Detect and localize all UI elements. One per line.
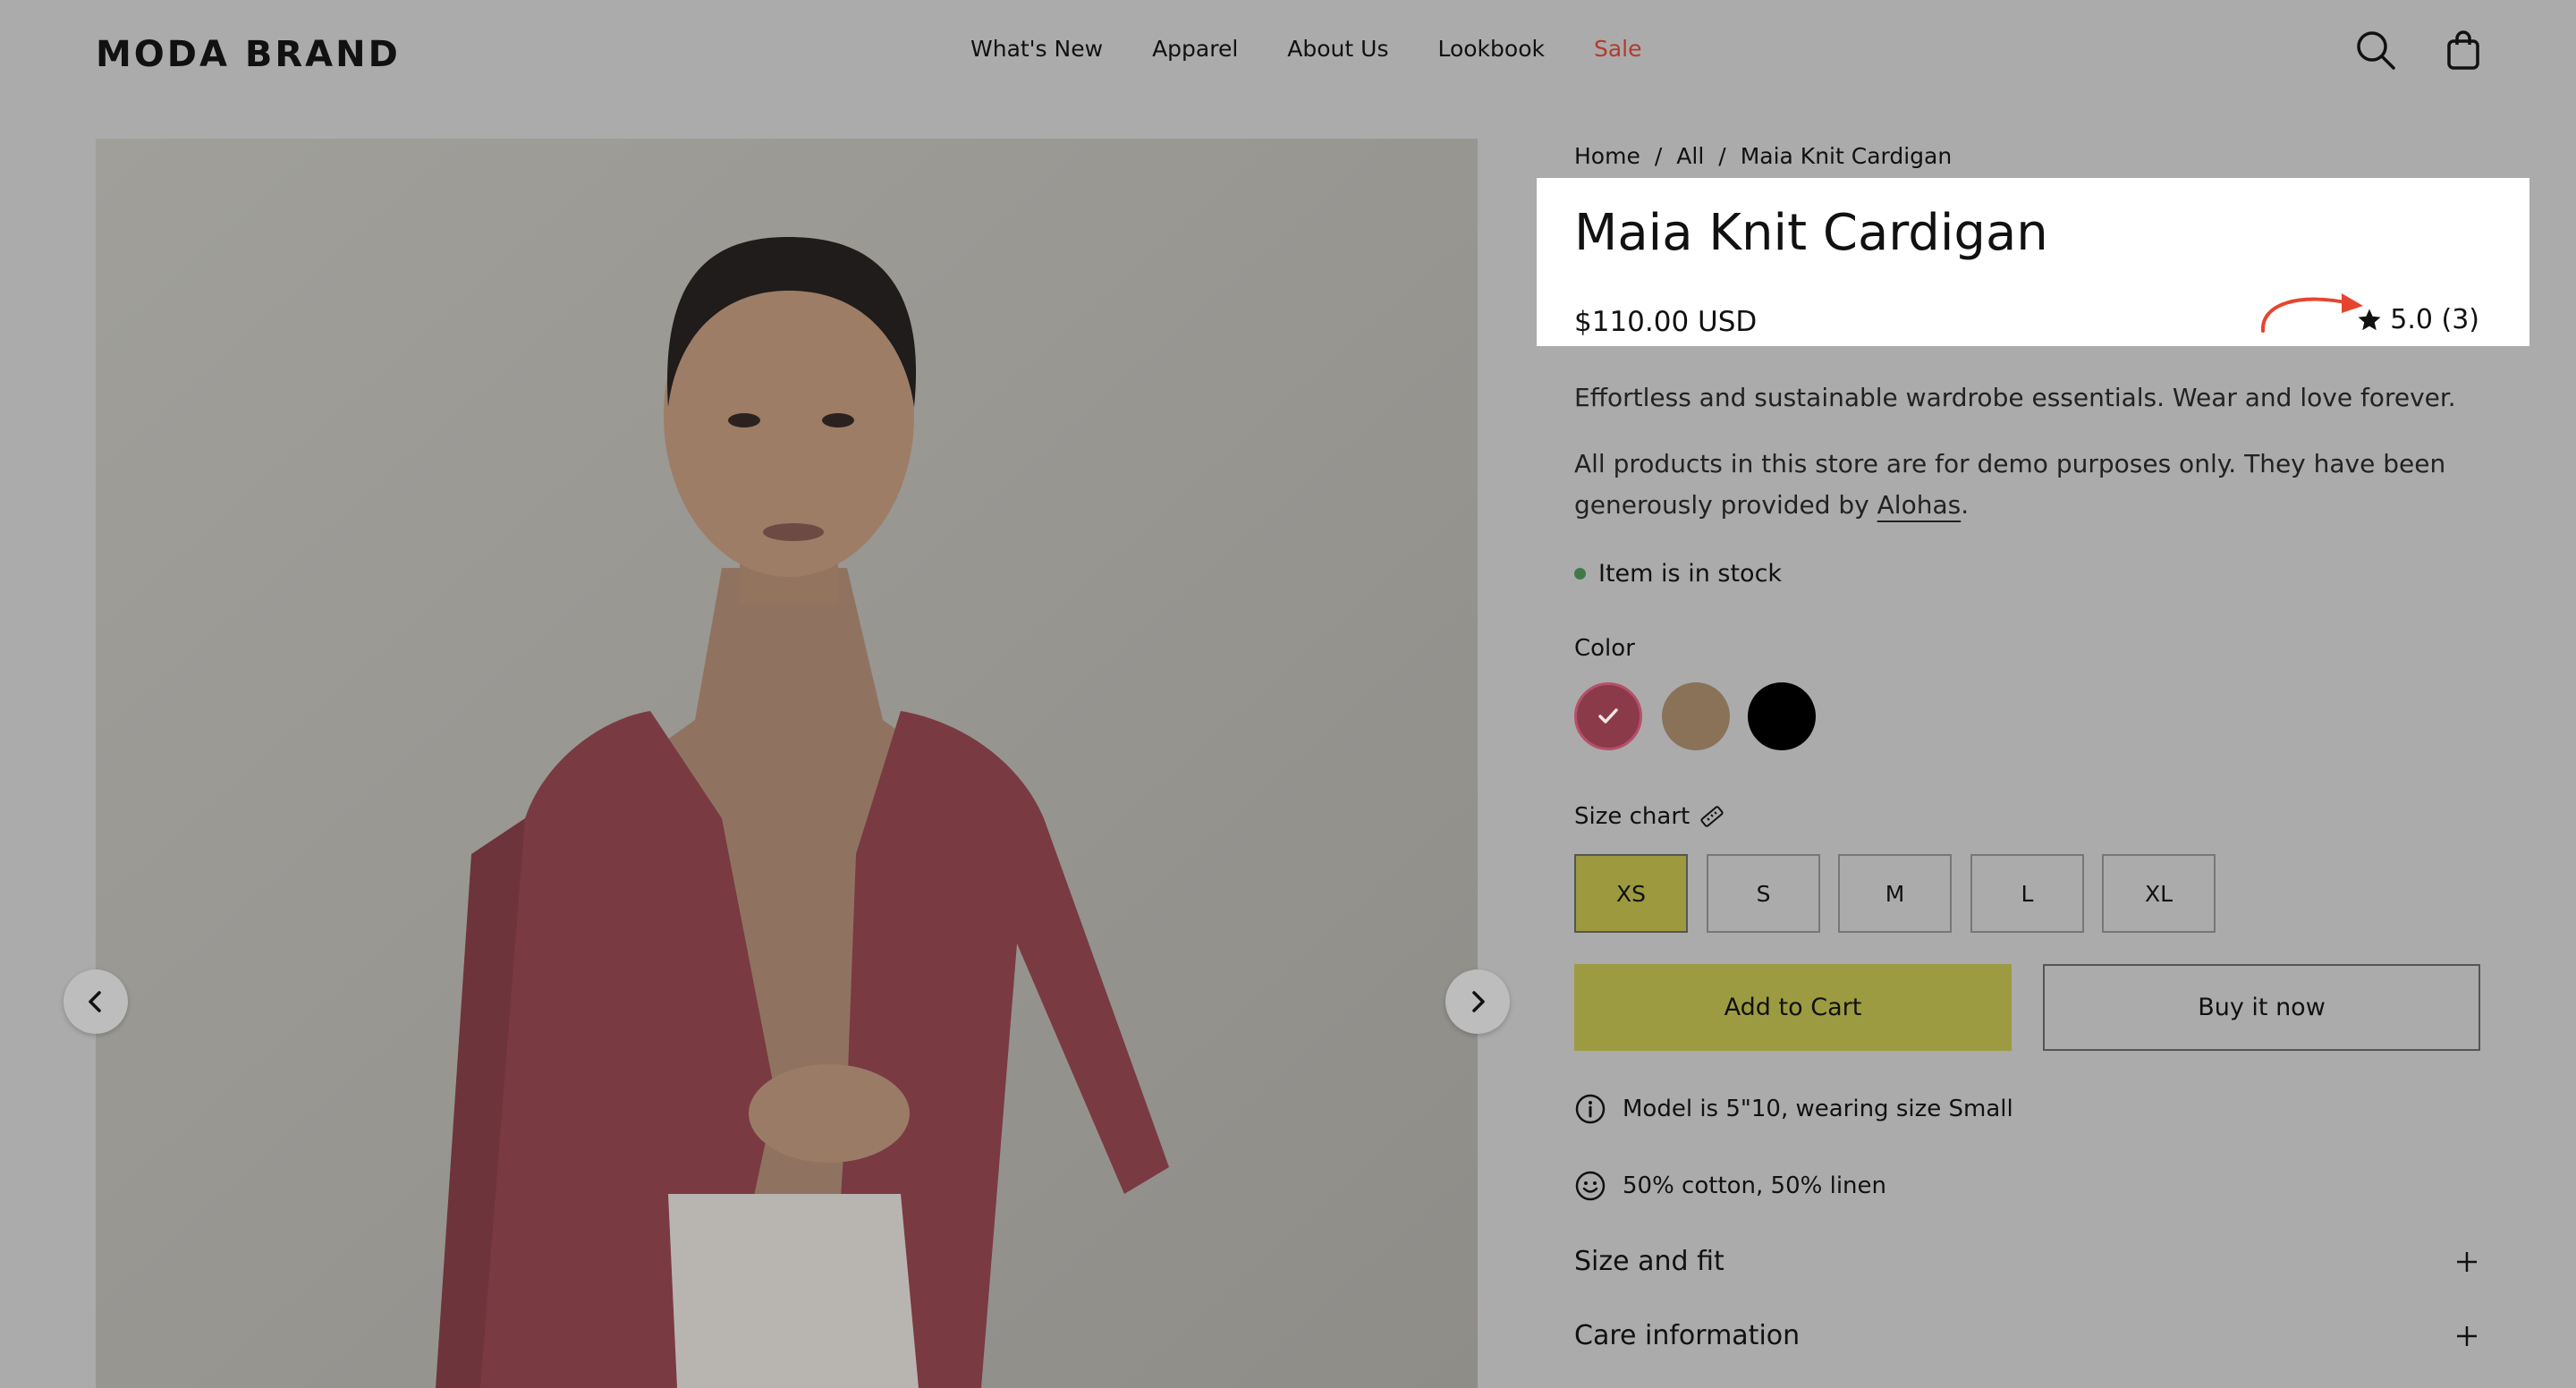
material-text: 50% cotton, 50% linen	[1623, 1172, 1887, 1199]
product-price: $110.00 USD	[1574, 306, 1758, 338]
search-icon[interactable]	[2354, 29, 2397, 72]
chevron-right-icon	[1472, 991, 1485, 1012]
chevron-left-icon	[89, 991, 101, 1012]
info-icon	[1575, 1094, 1606, 1124]
product-rating[interactable]: 5.0 (3)	[2356, 304, 2479, 335]
smiley-icon	[1575, 1171, 1606, 1201]
add-to-cart-button[interactable]: Add to Cart	[1574, 964, 2012, 1051]
red-arrow-annotation-icon	[2260, 293, 2363, 333]
breadcrumb-separator: /	[1654, 143, 1663, 169]
material-info: 50% cotton, 50% linen	[1574, 1170, 1886, 1202]
color-swatch-tan[interactable]	[1662, 682, 1730, 750]
demo-notice: All products in this store are for demo …	[1574, 444, 2445, 526]
next-image-button[interactable]	[1445, 969, 1510, 1034]
product-title: Maia Knit Cardigan	[1574, 204, 2048, 262]
product-description: Effortless and sustainable wardrobe esse…	[1574, 383, 2456, 412]
demo-notice-prefix: generously provided by	[1574, 490, 1877, 520]
color-label: Color	[1574, 635, 1635, 662]
demo-notice-suffix: .	[1961, 490, 1970, 520]
accordion-care-information[interactable]: Care information	[1574, 1320, 2479, 1351]
accordion-size-and-fit-label: Size and fit	[1574, 1246, 1724, 1277]
size-xl-button[interactable]: XL	[2102, 854, 2216, 933]
nav-lookbook[interactable]: Lookbook	[1437, 36, 1545, 62]
buy-it-now-button[interactable]: Buy it now	[2043, 964, 2480, 1051]
in-stock-dot-icon	[1574, 568, 1586, 580]
size-xs-button[interactable]: XS	[1574, 854, 1688, 933]
model-info: Model is 5"10, wearing size Small	[1574, 1093, 2013, 1125]
previous-image-button[interactable]	[64, 969, 128, 1034]
breadcrumb-separator: /	[1718, 143, 1726, 169]
alohas-link[interactable]: Alohas	[1877, 490, 1962, 520]
color-swatch-black[interactable]	[1748, 682, 1816, 750]
ruler-icon	[1700, 806, 1724, 827]
demo-notice-line2: generously provided by Alohas.	[1574, 485, 2445, 526]
nav-apparel[interactable]: Apparel	[1152, 36, 1238, 62]
breadcrumb-home[interactable]: Home	[1574, 143, 1640, 169]
rating-text: 5.0 (3)	[2390, 304, 2479, 335]
stock-status: Item is in stock	[1574, 560, 1782, 588]
model-photo-illustration	[96, 139, 1478, 1388]
check-icon	[1598, 708, 1618, 724]
product-image	[96, 139, 1478, 1388]
breadcrumb: Home / All / Maia Knit Cardigan	[1574, 143, 1952, 169]
plus-icon	[2457, 1251, 2477, 1272]
accordion-size-and-fit[interactable]: Size and fit	[1574, 1246, 2479, 1277]
shopping-bag-icon[interactable]	[2442, 29, 2485, 72]
model-info-text: Model is 5"10, wearing size Small	[1623, 1096, 2013, 1122]
size-m-button[interactable]: M	[1838, 854, 1952, 933]
nav-sale[interactable]: Sale	[1594, 36, 1642, 62]
breadcrumb-current: Maia Knit Cardigan	[1740, 143, 1953, 169]
size-l-button[interactable]: L	[1970, 854, 2084, 933]
accordion-care-information-label: Care information	[1574, 1320, 1801, 1351]
main-nav: What's New Apparel About Us Lookbook Sal…	[970, 36, 1641, 62]
brand-logo[interactable]: MODA BRAND	[96, 34, 401, 75]
demo-notice-line1: All products in this store are for demo …	[1574, 449, 2446, 478]
breadcrumb-all[interactable]: All	[1676, 143, 1704, 169]
star-icon	[2358, 309, 2381, 330]
nav-whats-new[interactable]: What's New	[970, 36, 1103, 62]
product-page: MODA BRAND What's New Apparel About Us L…	[0, 0, 2576, 1388]
nav-about-us[interactable]: About Us	[1287, 36, 1388, 62]
plus-icon	[2457, 1325, 2477, 1346]
size-chart-label: Size chart	[1574, 803, 1690, 830]
size-chart-link[interactable]: Size chart	[1574, 803, 1725, 830]
size-s-button[interactable]: S	[1707, 854, 1820, 933]
stock-text: Item is in stock	[1598, 560, 1783, 588]
color-swatch-red[interactable]	[1574, 682, 1642, 750]
